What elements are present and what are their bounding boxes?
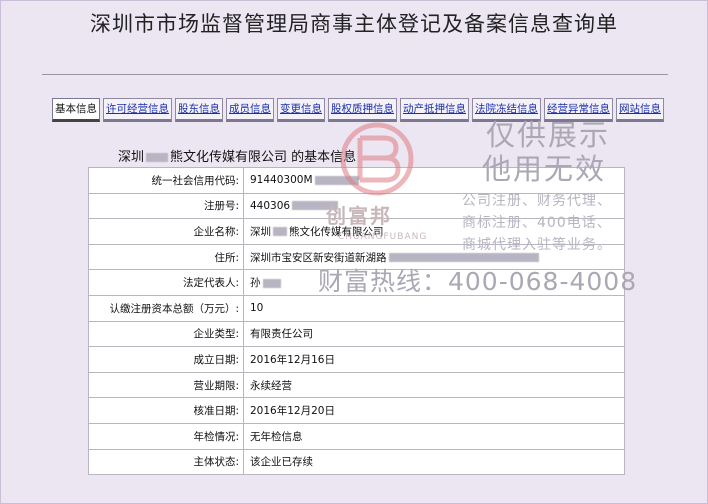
table-row: 认缴注册资本总额（万元）: 10 [88,294,625,322]
row-label: 住所: [88,243,244,271]
page-title: 深圳市市场监督管理局商事主体登记及备案信息查询单 [90,12,618,36]
table-row: 营业期限: 永续经营 [88,371,625,399]
enterprise-name-prefix: 深圳 [250,225,271,238]
credit-code-value: 91440300M [250,174,313,187]
title-divider [42,74,668,75]
table-row: 成立日期: 2016年12月16日 [88,346,625,373]
row-label: 认缴注册资本总额（万元）: [88,294,244,322]
table-row: 年检情况: 无年检信息 [88,422,625,450]
registered-capital-value: 10 [243,294,625,322]
watermark-brand-latin: CHUANGFUBANG [338,232,428,242]
table-row: 企业类型: 有限责任公司 [88,320,625,348]
row-label: 主体状态: [88,448,244,476]
business-term-value: 永续经营 [243,371,625,399]
watermark-brand: 创富邦 [326,204,392,228]
row-label: 企业类型: [88,320,244,348]
row-label: 营业期限: [88,371,244,399]
row-label: 核准日期: [88,397,244,424]
watermark-hotline: 财富热线：400-068-4008 [318,267,638,296]
registration-number-value: 440306 [250,199,291,212]
established-date-value: 2016年12月16日 [243,346,625,373]
watermark-invalid-other-use: 他用无效 [482,152,607,186]
watermark-services: 公司注册、财务代理、 商标注册、400电话、 商城代理入驻等业务。 [462,193,612,253]
company-name-prefix: 深圳 [118,150,145,165]
tab-shareholder-info[interactable]: 股东信息 [175,98,223,122]
table-row: 主体状态: 该企业已存续 [88,448,625,476]
row-label: 年检情况: [88,422,244,450]
legal-representative-value: 孙 [250,277,261,290]
tab-change-info[interactable]: 变更信息 [277,98,325,122]
row-label: 企业名称: [88,218,244,245]
tab-basic-info[interactable]: 基本信息 [52,98,100,122]
row-label: 成立日期: [88,346,244,373]
tab-website-info[interactable]: 网站信息 [616,98,664,122]
entity-status-value: 该企业已存续 [243,448,625,476]
row-label: 统一社会信用代码: [88,167,244,194]
redaction-mask [146,153,169,162]
brand-logo-icon [340,122,414,196]
enterprise-type-value: 有限责任公司 [243,320,625,348]
redaction-mask [273,227,287,237]
approval-date-value: 2016年12月20日 [243,397,625,424]
company-name-suffix: 熊文化传媒有限公司 [170,150,288,165]
row-label: 法定代表人: [88,269,244,296]
company-heading: 深圳 熊文化传媒有限公司 的基本信息 [118,146,356,165]
annual-inspection-value: 无年检信息 [243,422,625,450]
row-label: 注册号: [88,192,244,220]
table-row: 核准日期: 2016年12月20日 [88,397,625,424]
redaction-mask [262,278,281,288]
tab-member-info[interactable]: 成员信息 [226,98,274,122]
tab-license-info[interactable]: 许可经营信息 [103,98,172,122]
